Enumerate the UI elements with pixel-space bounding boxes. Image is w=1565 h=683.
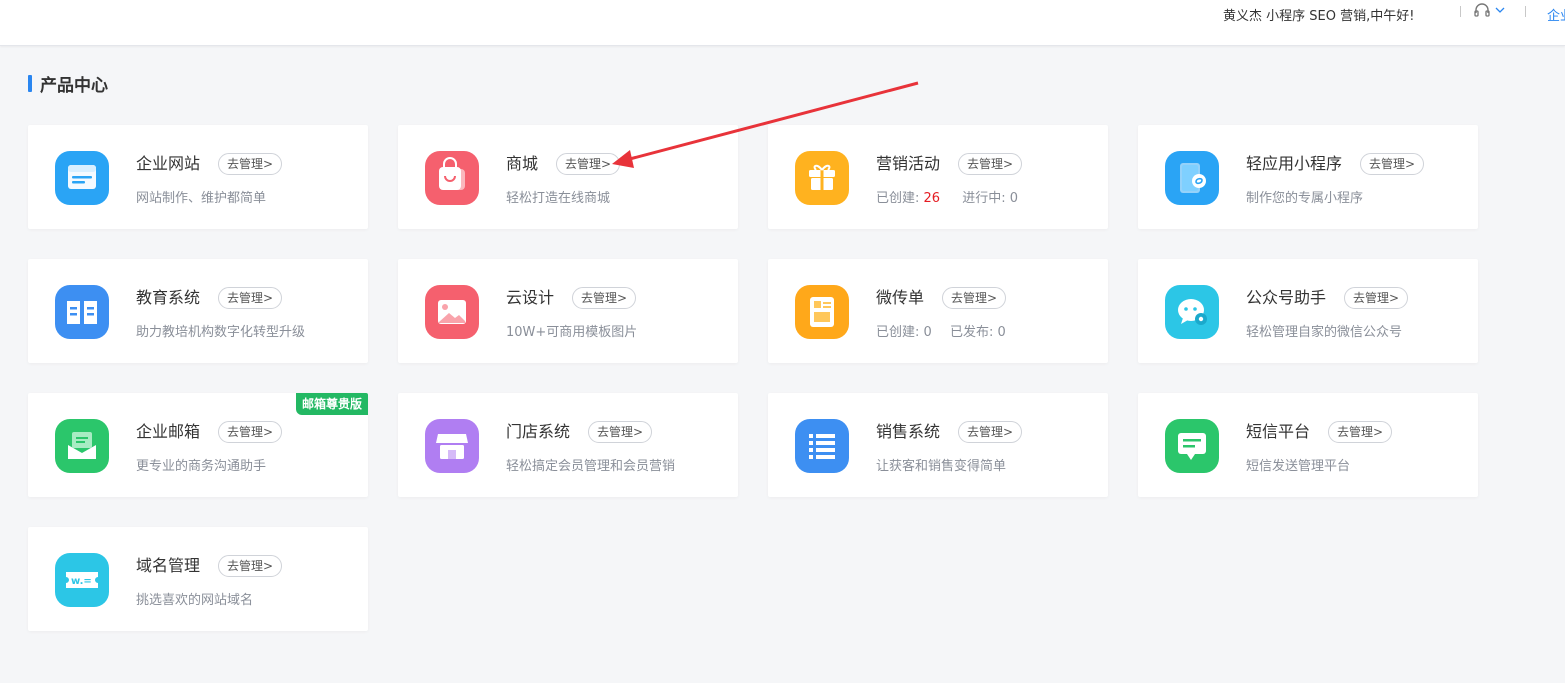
user-greeting: 黄义杰 小程序 SEO 营销,中午好! (1223, 9, 1415, 24)
card-title: 门店系统 (506, 422, 571, 441)
header-divider (1460, 6, 1461, 17)
published-count: 0 (997, 325, 1006, 340)
created-count: 26 (923, 191, 941, 206)
manage-button[interactable]: 去管理> (588, 421, 653, 443)
card-stats: 已创建: 26 进行中: 0 (876, 187, 1018, 206)
mail-envelope-icon (55, 419, 109, 473)
card-description: 网站制作、维护都简单 (136, 191, 267, 206)
card-title: 销售系统 (876, 422, 941, 441)
card-description: 挑选喜欢的网站域名 (136, 593, 254, 608)
product-card-flyer[interactable]: 微传单 去管理> 已创建: 0 已发布: 0 (768, 259, 1108, 363)
card-title: 公众号助手 (1246, 288, 1327, 307)
card-stats: 已创建: 0 已发布: 0 (876, 321, 1006, 340)
shopping-bag-icon (425, 151, 479, 205)
wechat-gear-icon (1165, 285, 1219, 339)
card-title: 企业邮箱 (136, 422, 201, 441)
card-description: 更专业的商务沟通助手 (136, 459, 267, 474)
card-description: 让获客和销售变得简单 (876, 459, 1007, 474)
product-card-cloud-design[interactable]: 云设计 去管理> 10W+可商用模板图片 (398, 259, 738, 363)
section-title-text: 产品中心 (40, 75, 108, 96)
product-card-mall[interactable]: 商城 去管理> 轻松打造在线商城 (398, 125, 738, 229)
product-card-store[interactable]: 门店系统 去管理> 轻松搞定会员管理和会员营销 (398, 393, 738, 497)
product-card-enterprise-mail[interactable]: 邮箱尊贵版 企业邮箱 去管理> 更专业的商务沟通助手 (28, 393, 368, 497)
created-label: 已创建: (876, 325, 920, 340)
manage-button[interactable]: 去管理> (1328, 421, 1393, 443)
section-title: 产品中心 (28, 73, 108, 96)
header-divider (1525, 6, 1526, 17)
card-description: 10W+可商用模板图片 (506, 325, 638, 340)
manage-button[interactable]: 去管理> (572, 287, 637, 309)
card-title: 商城 (506, 154, 539, 173)
card-title: 云设计 (506, 288, 555, 307)
product-card-official-account[interactable]: 公众号助手 去管理> 轻松管理自家的微信公众号 (1138, 259, 1478, 363)
manage-button[interactable]: 去管理> (1344, 287, 1409, 309)
mini-program-phone-icon (1165, 151, 1219, 205)
gift-box-icon (795, 151, 849, 205)
active-label: 进行中: (962, 191, 1006, 206)
manage-button[interactable]: 去管理> (218, 555, 283, 577)
product-card-domain[interactable]: w.= 域名管理 去管理> 挑选喜欢的网站域名 (28, 527, 368, 631)
active-count: 0 (1009, 191, 1019, 206)
card-description: 轻松管理自家的微信公众号 (1246, 325, 1403, 340)
browser-window-icon (55, 151, 109, 205)
enterprise-link[interactable]: 企业 (1547, 5, 1565, 24)
chevron-down-icon[interactable] (1495, 6, 1505, 14)
card-title: 企业网站 (136, 154, 201, 173)
product-card-mini-program[interactable]: 轻应用小程序 去管理> 制作您的专属小程序 (1138, 125, 1478, 229)
premium-badge: 邮箱尊贵版 (295, 393, 368, 415)
headset-icon[interactable] (1473, 3, 1491, 19)
product-card-marketing[interactable]: 营销活动 去管理> 已创建: 26 进行中: 0 (768, 125, 1108, 229)
card-description: 轻松搞定会员管理和会员营销 (506, 459, 676, 474)
created-count: 0 (923, 325, 932, 340)
card-description: 助力教培机构数字化转型升级 (136, 325, 306, 340)
card-title: 轻应用小程序 (1246, 154, 1343, 173)
image-icon (425, 285, 479, 339)
manage-button[interactable]: 去管理> (958, 153, 1023, 175)
product-card-education[interactable]: 教育系统 去管理> 助力教培机构数字化转型升级 (28, 259, 368, 363)
card-title: 域名管理 (136, 556, 201, 575)
card-description: 制作您的专属小程序 (1246, 191, 1364, 206)
storefront-icon (425, 419, 479, 473)
created-label: 已创建: (876, 191, 920, 206)
manage-button[interactable]: 去管理> (942, 287, 1007, 309)
manage-button[interactable]: 去管理> (556, 153, 621, 175)
card-description: 短信发送管理平台 (1246, 459, 1351, 474)
product-card-sms[interactable]: 短信平台 去管理> 短信发送管理平台 (1138, 393, 1478, 497)
card-description: 轻松打造在线商城 (506, 191, 611, 206)
sms-bubble-icon (1165, 419, 1219, 473)
card-title: 教育系统 (136, 288, 201, 307)
manage-button[interactable]: 去管理> (218, 287, 283, 309)
title-accent-bar (28, 74, 32, 92)
svg-text:w.=: w.= (71, 576, 92, 587)
card-title: 短信平台 (1246, 422, 1311, 441)
product-card-sales[interactable]: 销售系统 去管理> 让获客和销售变得简单 (768, 393, 1108, 497)
flyer-icon (795, 285, 849, 339)
manage-button[interactable]: 去管理> (958, 421, 1023, 443)
domain-ticket-icon: w.= (55, 553, 109, 607)
card-title: 微传单 (876, 288, 925, 307)
open-book-icon (55, 285, 109, 339)
manage-button[interactable]: 去管理> (218, 421, 283, 443)
list-icon (795, 419, 849, 473)
card-title: 营销活动 (876, 154, 941, 173)
top-header: 黄义杰 小程序 SEO 营销,中午好! 企业 (0, 0, 1565, 46)
manage-button[interactable]: 去管理> (1360, 153, 1425, 175)
manage-button[interactable]: 去管理> (218, 153, 283, 175)
published-label: 已发布: (949, 325, 994, 340)
product-card-website[interactable]: 企业网站 去管理> 网站制作、维护都简单 (28, 125, 368, 229)
